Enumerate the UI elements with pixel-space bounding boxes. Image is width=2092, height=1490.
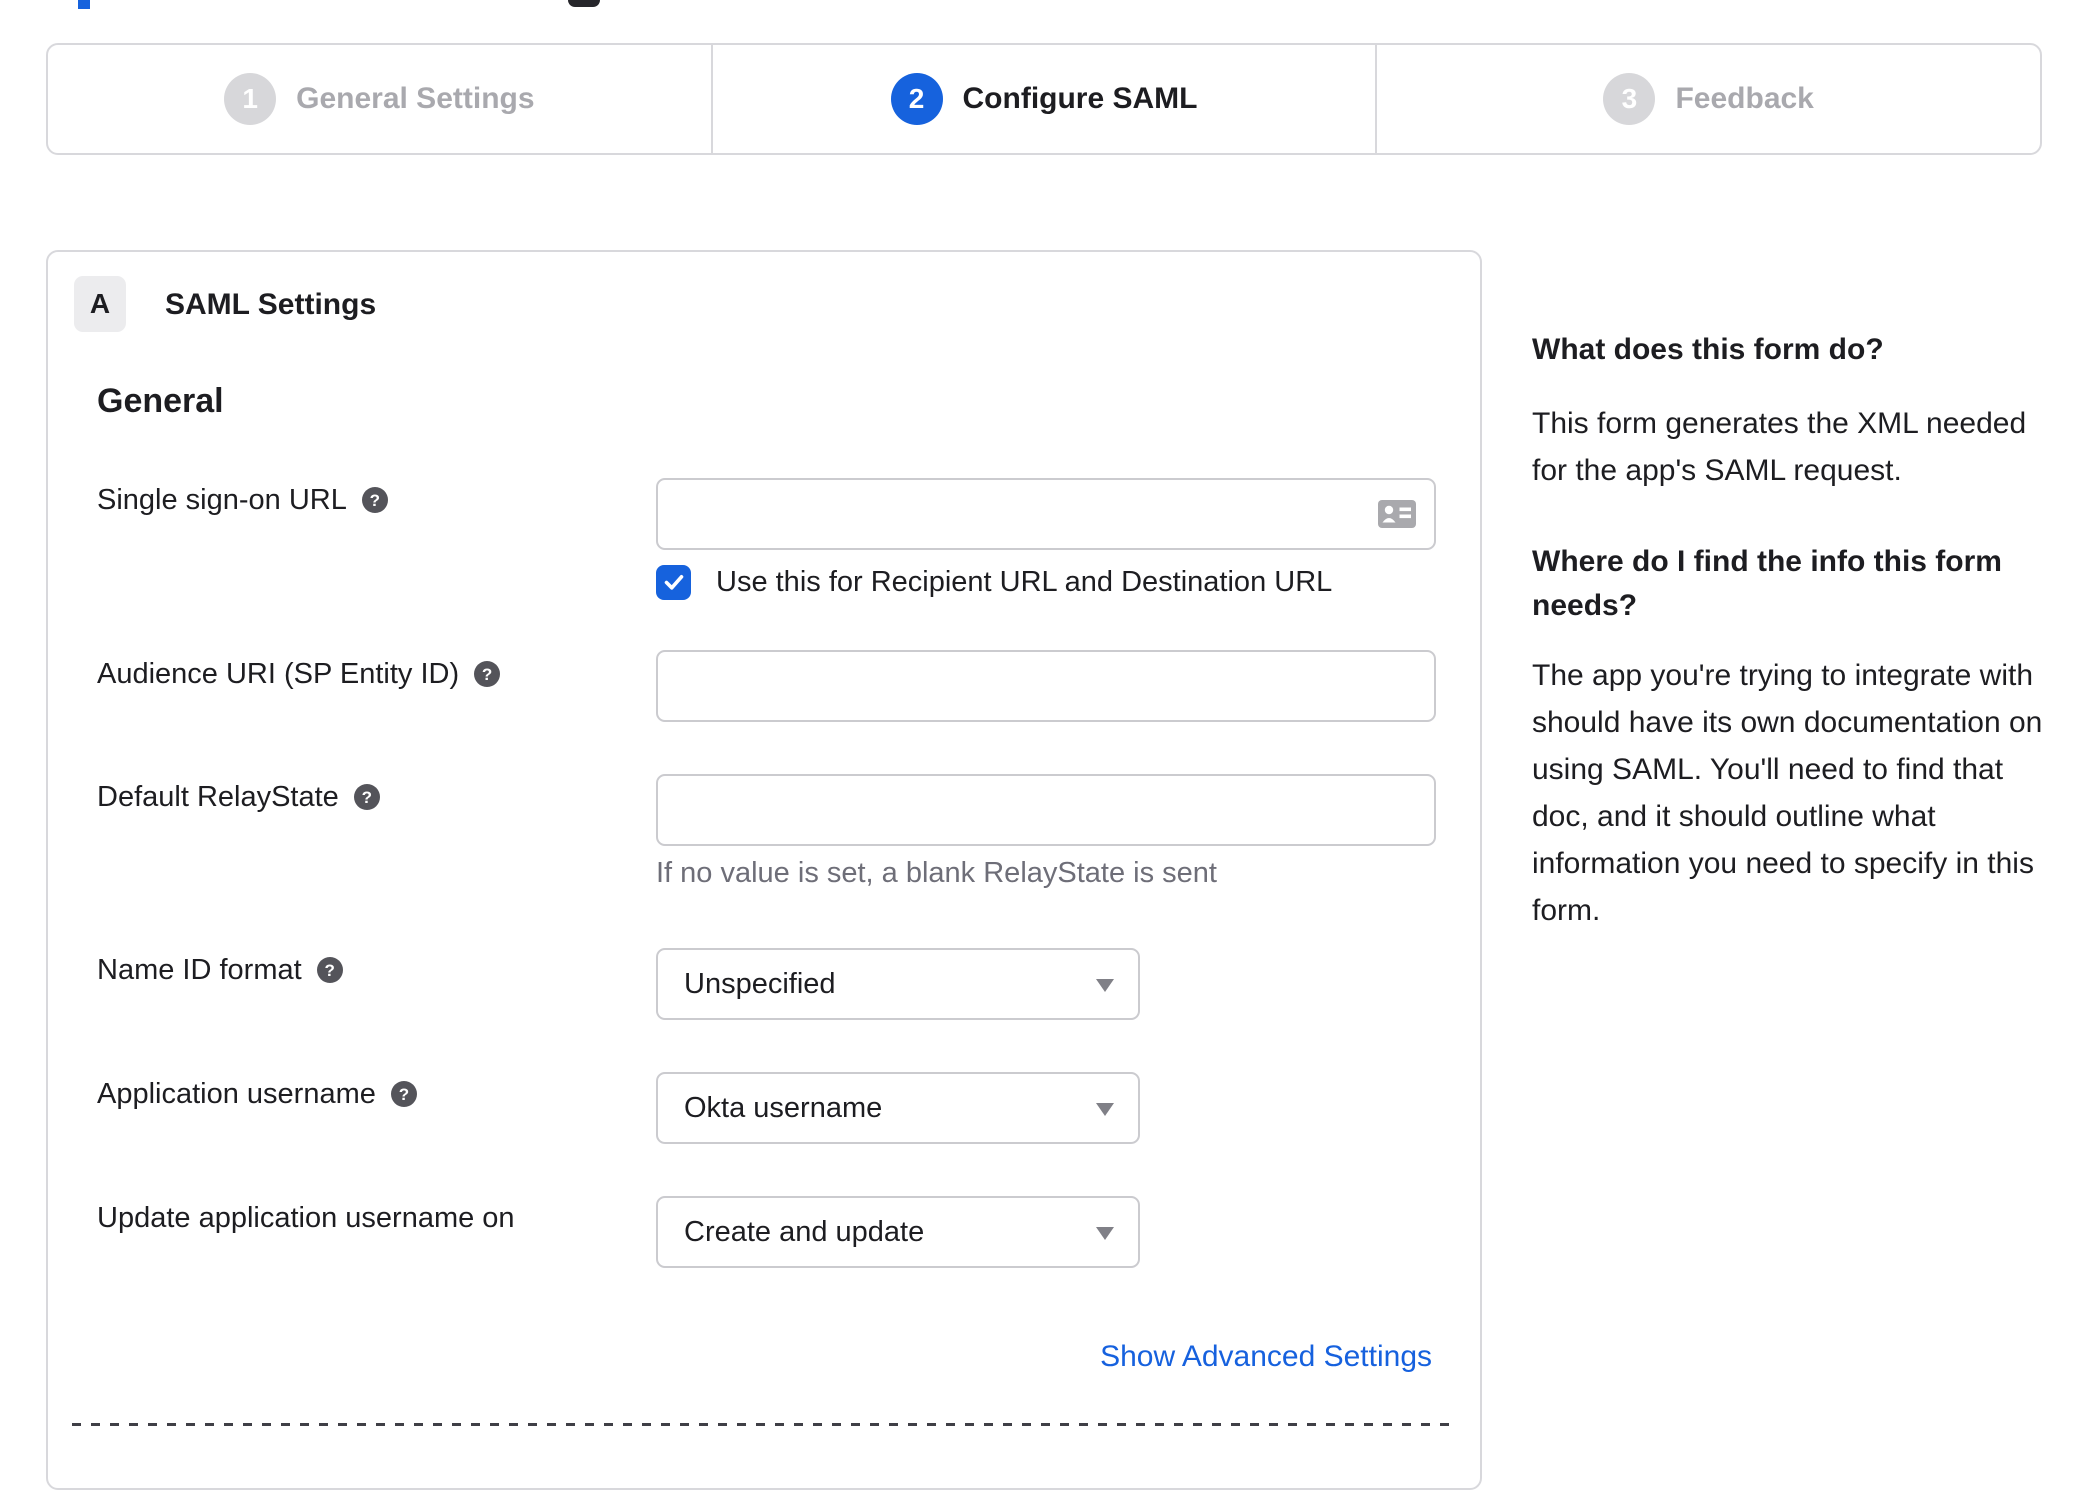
step-label: General Settings: [296, 82, 535, 115]
relaystate-label-text: Default RelayState: [97, 780, 339, 813]
sso-url-label: Single sign-on URL ?: [97, 480, 388, 520]
recipient-url-checkbox[interactable]: [656, 564, 691, 600]
app-username-label: Application username ?: [97, 1074, 417, 1114]
saml-settings-panel: A SAML Settings General Single sign-on U…: [46, 250, 1482, 1490]
step-number-badge: 3: [1603, 73, 1656, 125]
app-username-select[interactable]: Okta username: [656, 1072, 1140, 1144]
nameid-format-label: Name ID format ?: [97, 950, 343, 990]
nameid-format-select[interactable]: Unspecified: [656, 948, 1140, 1020]
audience-uri-input[interactable]: [656, 650, 1436, 722]
section-title: SAML Settings: [165, 288, 377, 321]
help-sidebar: What does this form do? This form genera…: [1532, 328, 2066, 980]
cutoff-blue-logo-fragment: [78, 0, 90, 9]
step-general-settings[interactable]: 1 General Settings: [48, 45, 713, 153]
sso-url-label-text: Single sign-on URL: [97, 483, 347, 516]
general-heading: General: [97, 382, 224, 420]
nameid-format-label-text: Name ID format: [97, 953, 302, 986]
help-icon[interactable]: ?: [316, 957, 343, 983]
step-feedback[interactable]: 3 Feedback: [1377, 45, 2040, 153]
step-configure-saml[interactable]: 2 Configure SAML: [713, 45, 1378, 153]
update-username-selected-value: Create and update: [684, 1215, 925, 1248]
relaystate-hint: If no value is set, a blank RelayState i…: [656, 857, 1217, 889]
app-username-selected-value: Okta username: [684, 1091, 883, 1124]
help-icon[interactable]: ?: [353, 784, 380, 810]
audience-uri-label-text: Audience URI (SP Entity ID): [97, 657, 460, 690]
sso-url-input[interactable]: [656, 478, 1436, 550]
recipient-url-checkbox-label: Use this for Recipient URL and Destinati…: [716, 565, 1333, 598]
step-number-badge: 1: [224, 73, 277, 125]
section-letter-badge: A: [74, 276, 126, 332]
sidebar-answer-1: This form generates the XML needed for t…: [1532, 407, 2027, 487]
relaystate-label: Default RelayState ?: [97, 777, 380, 817]
step-label: Feedback: [1675, 82, 1814, 115]
wizard-stepper: 1 General Settings 2 Configure SAML 3 Fe…: [46, 43, 2042, 155]
sidebar-question-1: What does this form do?: [1532, 333, 1884, 366]
sso-checkbox-row: Use this for Recipient URL and Destinati…: [656, 562, 1332, 602]
update-username-label-text: Update application username on: [97, 1201, 515, 1234]
show-advanced-settings-link[interactable]: Show Advanced Settings: [1100, 1340, 1432, 1374]
address-card-icon: [1378, 500, 1416, 528]
sso-url-input-wrap: [656, 478, 1436, 550]
help-icon[interactable]: ?: [474, 661, 501, 687]
sidebar-answer-2: The app you're trying to integrate with …: [1532, 659, 2043, 927]
help-icon[interactable]: ?: [361, 487, 388, 513]
update-username-select[interactable]: Create and update: [656, 1196, 1140, 1268]
update-username-label: Update application username on: [97, 1198, 515, 1238]
check-icon: [664, 575, 683, 590]
step-label: Configure SAML: [962, 82, 1198, 115]
chevron-down-icon: [1096, 979, 1114, 992]
sidebar-question-2: Where do I find the info this form needs…: [1532, 545, 2002, 622]
help-icon[interactable]: ?: [390, 1081, 417, 1107]
nameid-format-selected-value: Unspecified: [684, 967, 836, 1000]
cutoff-lock-icon-fragment: [568, 0, 600, 7]
app-username-label-text: Application username: [97, 1077, 376, 1110]
relaystate-input[interactable]: [656, 774, 1436, 846]
audience-uri-label: Audience URI (SP Entity ID) ?: [97, 654, 501, 694]
chevron-down-icon: [1096, 1103, 1114, 1116]
step-number-badge: 2: [890, 73, 943, 125]
chevron-down-icon: [1096, 1227, 1114, 1240]
